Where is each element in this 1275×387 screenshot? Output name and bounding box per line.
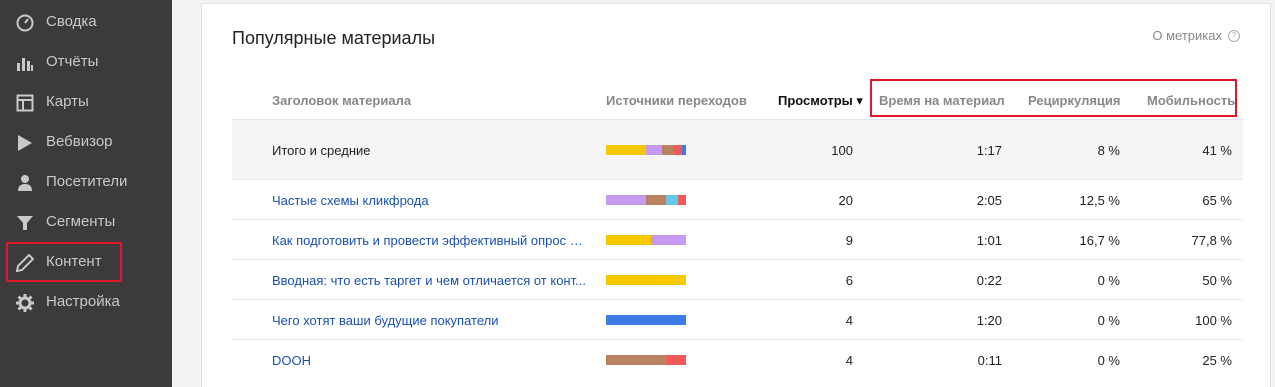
- row-recirculation: 0 %: [1097, 313, 1120, 328]
- source-bar-segment: [606, 145, 646, 155]
- sidebar-item-label: Карты: [46, 93, 89, 110]
- row-views: 4: [845, 313, 853, 328]
- row-recirculation: 8 %: [1097, 143, 1120, 158]
- row-mobility: 100 %: [1195, 313, 1232, 328]
- source-bar-segment: [606, 275, 686, 285]
- sidebar-item-label: Посетители: [46, 173, 128, 190]
- sidebar-item-label: Настройка: [46, 293, 120, 310]
- about-metrics-label: О метриках: [1152, 28, 1222, 43]
- gauge-icon: [16, 14, 34, 32]
- column-header-sources[interactable]: Источники переходов: [606, 93, 747, 108]
- sources-bar: [606, 275, 686, 285]
- source-bar-segment: [662, 145, 674, 155]
- sidebar-item-maps[interactable]: Карты: [0, 82, 172, 122]
- source-bar-segment: [674, 145, 682, 155]
- table-row: Частые схемы кликфрода 20 2:05 12,5 % 65…: [232, 179, 1243, 219]
- sources-bar: [606, 355, 686, 365]
- row-mobility: 25 %: [1202, 353, 1232, 368]
- sidebar-item-label: Отчёты: [46, 53, 99, 70]
- source-bar-segment: [682, 145, 686, 155]
- table-row: Чего хотят ваши будущие покупатели 4 1:2…: [232, 299, 1243, 339]
- map-icon: [16, 94, 34, 112]
- row-title-link[interactable]: Как подготовить и провести эффективный о…: [272, 233, 587, 248]
- gear-icon: [16, 294, 34, 312]
- sidebar: Сводка Отчёты Карты Вебвизор Посетители …: [0, 0, 172, 387]
- source-bar-segment: [678, 195, 686, 205]
- sidebar-item-summary[interactable]: Сводка: [0, 2, 172, 42]
- popular-materials-card: Популярные материалы О метриках ? Заголо…: [201, 3, 1271, 387]
- row-views: 9: [845, 233, 853, 248]
- row-views: 20: [838, 193, 853, 208]
- column-header-title[interactable]: Заголовок материала: [272, 93, 411, 108]
- source-bar-segment: [606, 355, 666, 365]
- row-time: 2:05: [976, 193, 1002, 208]
- row-recirculation: 0 %: [1097, 353, 1120, 368]
- source-bar-segment: [606, 315, 686, 325]
- source-bar-segment: [666, 355, 686, 365]
- row-title-link[interactable]: DOOH: [272, 353, 587, 368]
- sidebar-item-label: Сводка: [46, 13, 97, 30]
- table-row: Как подготовить и провести эффективный о…: [232, 219, 1243, 259]
- row-mobility: 65 %: [1202, 193, 1232, 208]
- row-title-link[interactable]: Частые схемы кликфрода: [272, 193, 587, 208]
- sidebar-item-reports[interactable]: Отчёты: [0, 42, 172, 82]
- row-title: Итого и средние: [272, 143, 371, 158]
- bar-chart-icon: [17, 58, 33, 71]
- source-bar-segment: [606, 195, 646, 205]
- table-row-total: Итого и средние 100 1:17 8 % 41 %: [232, 119, 1243, 179]
- card-title: Популярные материалы: [232, 28, 436, 48]
- metrics-highlight-frame: [870, 79, 1237, 117]
- source-bar-segment: [666, 195, 678, 205]
- row-time: 0:11: [977, 353, 1002, 368]
- content-highlight-frame: [6, 242, 122, 282]
- row-time: 1:01: [976, 233, 1002, 248]
- row-mobility: 41 %: [1202, 143, 1232, 158]
- source-bar-segment: [646, 145, 662, 155]
- row-mobility: 77,8 %: [1191, 233, 1232, 248]
- sidebar-item-webvisor[interactable]: Вебвизор: [0, 122, 172, 162]
- row-title-link[interactable]: Чего хотят ваши будущие покупатели: [272, 313, 587, 328]
- question-icon: ?: [1228, 29, 1240, 42]
- row-mobility: 50 %: [1202, 273, 1232, 288]
- sources-bar: [606, 145, 686, 155]
- column-header-views[interactable]: Просмотры ▾: [778, 93, 863, 109]
- sidebar-item-label: Вебвизор: [46, 133, 113, 150]
- filter-icon: [17, 216, 33, 230]
- row-views: 4: [845, 353, 853, 368]
- row-views: 100: [831, 143, 853, 158]
- play-icon: [18, 135, 32, 151]
- row-time: 0:22: [976, 273, 1002, 288]
- sources-bar: [606, 235, 686, 245]
- source-bar-segment: [650, 235, 686, 245]
- sidebar-item-segments[interactable]: Сегменты: [0, 202, 172, 242]
- row-title-link[interactable]: Вводная: что есть таргет и чем отличаетс…: [272, 273, 587, 288]
- sources-bar: [606, 315, 686, 325]
- row-recirculation: 12,5 %: [1079, 193, 1120, 208]
- table-row: Вводная: что есть таргет и чем отличаетс…: [232, 259, 1243, 299]
- about-metrics-link[interactable]: О метриках ?: [1152, 28, 1240, 43]
- source-bar-segment: [646, 195, 666, 205]
- sidebar-item-label: Сегменты: [46, 213, 116, 230]
- row-views: 6: [845, 273, 853, 288]
- row-recirculation: 16,7 %: [1079, 233, 1120, 248]
- sources-bar: [606, 195, 686, 205]
- sidebar-item-visitors[interactable]: Посетители: [0, 162, 172, 202]
- row-time: 1:20: [976, 313, 1002, 328]
- row-recirculation: 0 %: [1097, 273, 1120, 288]
- table-row: DOOH 4 0:11 0 % 25 %: [232, 339, 1243, 379]
- sidebar-item-settings[interactable]: Настройка: [0, 282, 172, 322]
- source-bar-segment: [606, 235, 651, 245]
- user-icon: [18, 175, 32, 191]
- row-time: 1:17: [976, 143, 1002, 158]
